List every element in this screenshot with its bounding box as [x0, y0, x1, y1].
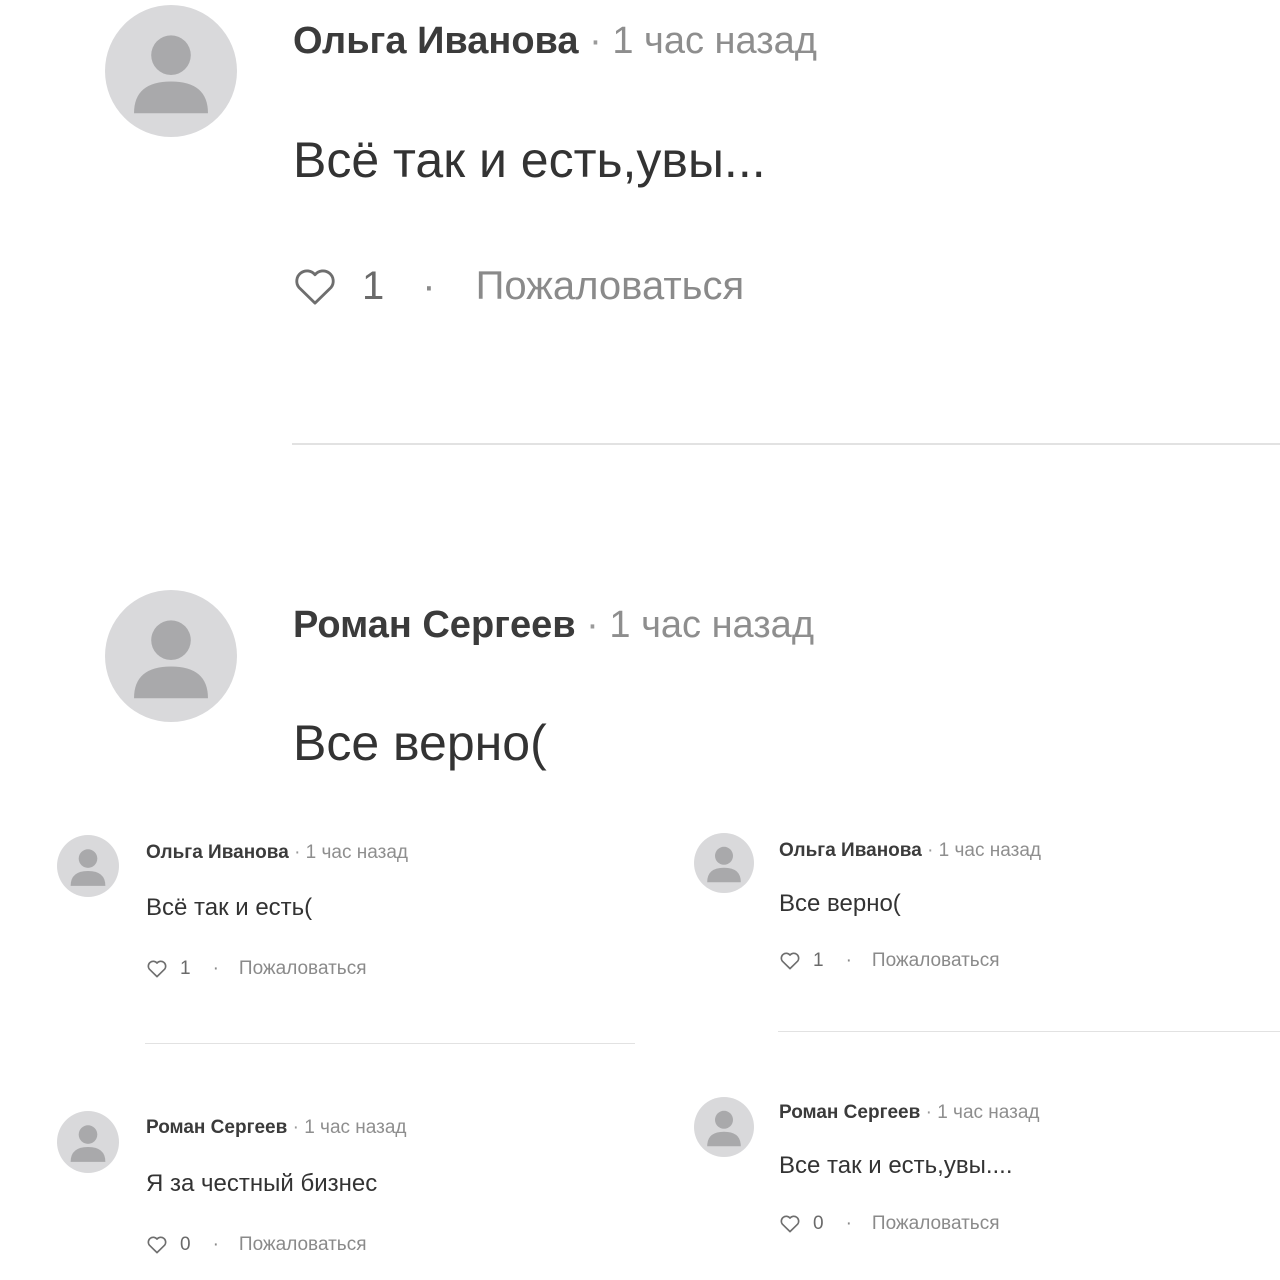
heart-outline-icon[interactable] [779, 951, 801, 970]
comment-actions: 0 · Пожаловаться [146, 1235, 366, 1254]
comment-divider [778, 1031, 1280, 1032]
default-user-avatar-icon [134, 35, 208, 114]
timestamp: 1 час назад [305, 842, 408, 863]
separator: · [292, 1117, 299, 1138]
comment-divider [145, 1043, 635, 1044]
separator: · [294, 842, 301, 863]
separator-dot: · [845, 1213, 852, 1234]
author-name[interactable]: Ольга Иванова [779, 840, 922, 861]
default-user-avatar-icon [707, 846, 741, 883]
report-link[interactable]: Пожаловаться [872, 951, 1000, 970]
author-name[interactable]: Ольга Иванова [293, 20, 579, 62]
like-count: 1 [362, 264, 385, 308]
avatar[interactable] [694, 1097, 754, 1157]
comment-text: Всё так и есть,увы... [293, 132, 766, 188]
default-user-avatar-icon [707, 1110, 741, 1147]
separator: · [586, 604, 599, 646]
comment-text: Всё так и есть( [146, 894, 313, 921]
separator: · [927, 840, 934, 861]
comment-actions: 1 · Пожаловаться [779, 951, 999, 970]
comment-actions: 1 · Пожаловаться [146, 959, 366, 978]
heart-outline-icon[interactable] [779, 1214, 801, 1233]
comment-actions: 0 · Пожаловаться [779, 1214, 999, 1233]
comment-actions: 1 · Пожаловаться [292, 266, 744, 306]
timestamp: 1 час назад [937, 1102, 1040, 1123]
author-name[interactable]: Роман Сергеев [779, 1102, 920, 1123]
timestamp: 1 час назад [304, 1117, 407, 1138]
author-name[interactable]: Ольга Иванова [146, 842, 289, 863]
timestamp: 1 час назад [609, 604, 814, 646]
separator-dot: · [212, 958, 219, 979]
timestamp: 1 час назад [938, 840, 1041, 861]
avatar[interactable] [57, 835, 119, 897]
avatar[interactable] [694, 833, 754, 893]
like-count: 1 [180, 958, 191, 979]
separator-dot: · [212, 1234, 219, 1255]
default-user-avatar-icon [70, 849, 106, 886]
comment-text: Все так и есть,увы.... [779, 1152, 1013, 1179]
comment-header: Ольга Иванова · 1 час назад [146, 843, 408, 862]
like-count: 0 [813, 1213, 824, 1234]
avatar[interactable] [57, 1111, 119, 1173]
comment-header: Роман Сергеев · 1 час назад [146, 1118, 407, 1137]
timestamp: 1 час назад [612, 20, 817, 62]
comment-text: Все верно( [293, 715, 547, 771]
comment-header: Ольга Иванова · 1 час назад [293, 22, 817, 60]
default-user-avatar-icon [70, 1125, 106, 1162]
separator-dot: · [422, 264, 436, 308]
comment-text: Все верно( [779, 890, 901, 917]
heart-outline-icon[interactable] [292, 266, 338, 306]
report-link[interactable]: Пожаловаться [476, 266, 745, 306]
author-name[interactable]: Роман Сергеев [146, 1117, 287, 1138]
comment-header: Роман Сергеев · 1 час назад [293, 606, 814, 644]
default-user-avatar-icon [134, 620, 208, 699]
avatar[interactable] [105, 5, 237, 137]
comment-text: Я за честный бизнес [146, 1170, 378, 1197]
comment-divider [292, 443, 1280, 445]
avatar[interactable] [105, 590, 237, 722]
separator: · [925, 1102, 932, 1123]
like-count: 1 [813, 950, 824, 971]
heart-outline-icon[interactable] [146, 959, 168, 978]
heart-outline-icon[interactable] [146, 1235, 168, 1254]
report-link[interactable]: Пожаловаться [872, 1214, 1000, 1233]
report-link[interactable]: Пожаловаться [239, 959, 367, 978]
separator-dot: · [845, 950, 852, 971]
author-name[interactable]: Роман Сергеев [293, 604, 576, 646]
separator: · [589, 20, 602, 62]
like-count: 0 [180, 1234, 191, 1255]
comment-header: Ольга Иванова · 1 час назад [779, 841, 1041, 860]
comment-header: Роман Сергеев · 1 час назад [779, 1103, 1040, 1122]
report-link[interactable]: Пожаловаться [239, 1235, 367, 1254]
